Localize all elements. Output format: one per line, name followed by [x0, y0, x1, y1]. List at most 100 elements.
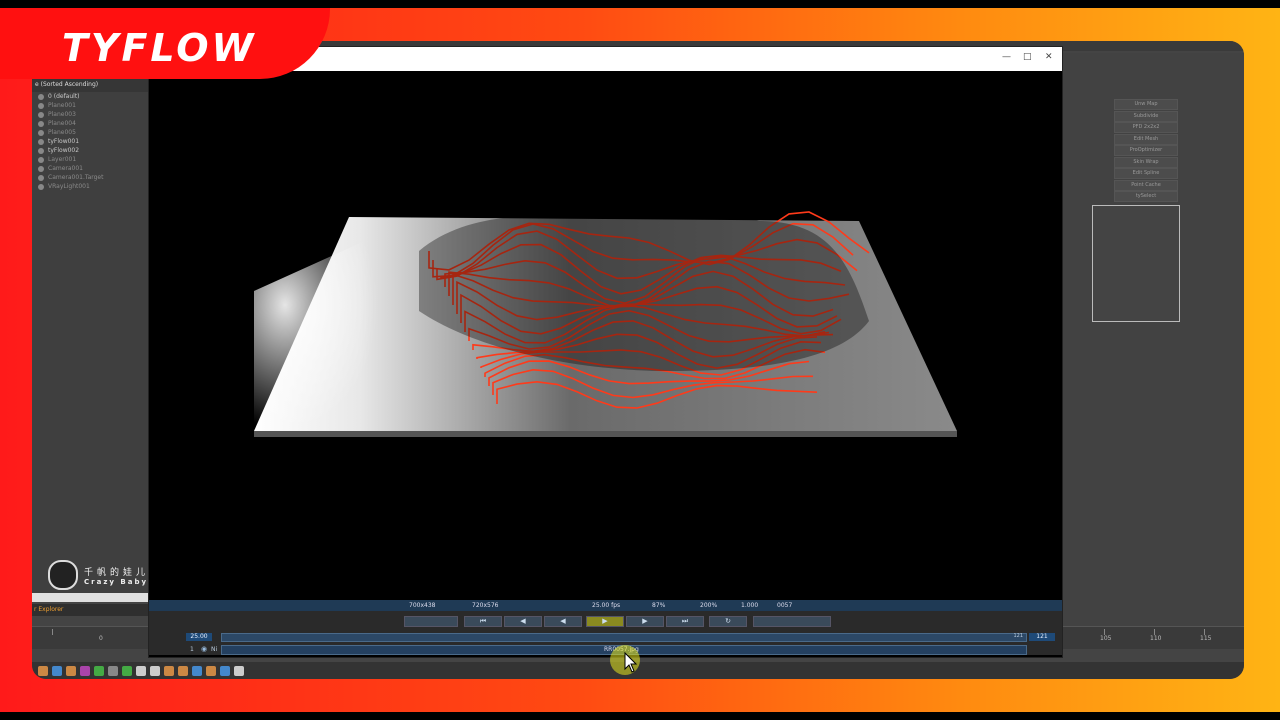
explorer-item-label: Layer001: [48, 156, 77, 163]
mouse-cursor-icon: [624, 651, 638, 673]
explorer-tree: 0 (default) Plane001 Plane003 Plane004 Plane…: [32, 92, 148, 191]
play-icon[interactable]: [136, 665, 146, 676]
object-icon: [38, 156, 44, 163]
explorer-header: e (Sorted Ascending): [32, 77, 148, 92]
explorer-item[interactable]: Layer001: [32, 155, 148, 164]
explorer-item-label: Camera001: [48, 165, 83, 172]
help-icon[interactable]: [234, 665, 244, 676]
tick-label: 110: [1150, 635, 1162, 642]
modifier-button[interactable]: tySelect: [1114, 191, 1178, 202]
object-icon: [38, 120, 44, 127]
explorer-item-label: Camera001.Target: [48, 174, 104, 181]
close-icon[interactable]: ✕: [1045, 52, 1053, 62]
tool-icon[interactable]: [206, 665, 216, 676]
step-back-button[interactable]: ◀: [504, 616, 542, 627]
cursor-highlight: [610, 645, 640, 675]
history-row: 1 ◉ Ni RR0057.jpg: [149, 643, 1062, 655]
object-icon: [38, 147, 44, 154]
vfb-status-bar: 700x438 720x576 25.00 fps 87% 200% 1.000…: [149, 600, 1062, 611]
tool-icon[interactable]: [122, 665, 132, 676]
object-icon: [38, 129, 44, 136]
explorer-item[interactable]: 0 (default): [32, 92, 148, 101]
tool-icon[interactable]: [164, 665, 174, 676]
frame-slider[interactable]: 121: [221, 633, 1027, 642]
last-frame-button[interactable]: ⏭: [666, 616, 704, 627]
modifier-button[interactable]: PFD 2x2x2: [1114, 122, 1178, 133]
modifier-button[interactable]: Skin Wrap: [1114, 156, 1178, 168]
explorer-item[interactable]: tyFlow001: [32, 137, 148, 146]
explorer-item[interactable]: tyFlow002: [32, 146, 148, 155]
speed-field[interactable]: 25.00: [186, 633, 212, 641]
status-zoom2: 200%: [700, 602, 718, 609]
pause-icon[interactable]: [150, 665, 160, 676]
status-image-size: 700x438: [409, 602, 436, 609]
tool-icon[interactable]: [80, 665, 90, 676]
object-icon: [38, 174, 44, 181]
eye-icon[interactable]: ◉: [201, 645, 207, 653]
tool-icon[interactable]: [66, 665, 76, 676]
object-icon: [38, 93, 44, 100]
view-options-buttons[interactable]: [753, 616, 831, 627]
tool-icon[interactable]: [94, 665, 104, 676]
play-button[interactable]: ▶: [586, 616, 624, 627]
watermark-avatar-icon: [48, 560, 78, 590]
object-icon: [38, 183, 44, 190]
playback-controls: ⏮ ◀ ◀ ▶ ▶ ⏭ ↻: [149, 611, 1062, 631]
render-image: [149, 71, 1062, 600]
brand-banner: TYFLOW: [0, 8, 330, 79]
explorer-item[interactable]: Camera001.Target: [32, 173, 148, 182]
modifier-button[interactable]: Subdivide: [1114, 110, 1178, 122]
minimize-icon[interactable]: —: [1002, 52, 1011, 62]
tool-icon[interactable]: [38, 665, 48, 676]
tool-icon[interactable]: [52, 665, 62, 676]
modifier-button[interactable]: Unw Map: [1114, 99, 1178, 110]
modifier-button[interactable]: Edit Spline: [1114, 168, 1178, 179]
explorer-item[interactable]: VRayLight001: [32, 182, 148, 191]
explorer-item[interactable]: Plane004: [32, 119, 148, 128]
explorer-item[interactable]: Camera001: [32, 164, 148, 173]
explorer-item-label: Plane005: [48, 129, 76, 136]
explorer-scrollbar[interactable]: [32, 593, 148, 602]
explorer-item[interactable]: Plane003: [32, 110, 148, 119]
tick-label: 115: [1200, 635, 1212, 642]
modifier-stack-box[interactable]: [1092, 205, 1180, 322]
explorer-item-label: tyFlow002: [48, 147, 80, 154]
modifier-button[interactable]: Point Cache: [1114, 179, 1178, 191]
explorer-item-label: tyFlow001: [48, 138, 80, 145]
scene-explorer: e (Sorted Ascending) 0 (default) Plane001…: [32, 77, 148, 597]
maximize-icon[interactable]: □: [1023, 52, 1032, 62]
render-terrain-graphic: [254, 200, 957, 437]
tick-label: 105: [1100, 635, 1112, 642]
loop-button[interactable]: ↻: [709, 616, 747, 627]
explorer-item[interactable]: Plane001: [32, 101, 148, 110]
object-icon: [38, 102, 44, 109]
explorer-footer[interactable]: r Explorer: [32, 604, 150, 616]
explorer-item-label: Plane001: [48, 102, 76, 109]
status-gamma: 1.000: [741, 602, 759, 609]
tool-icon[interactable]: [220, 665, 230, 676]
explorer-item[interactable]: Plane005: [32, 128, 148, 137]
history-label: Ni: [211, 646, 218, 653]
modifier-button[interactable]: ProOptimizer: [1114, 145, 1178, 156]
tick-label: 0: [99, 635, 103, 642]
slider-end-label: 121: [1013, 633, 1023, 639]
tool-icon[interactable]: [178, 665, 188, 676]
watermark-english: Crazy Baby: [84, 577, 149, 586]
status-fps: 25.00 fps: [592, 602, 621, 609]
frame-buffer-window: — □ ✕ 700x438 720x576 25.00 fps 87% 200%…: [148, 46, 1063, 658]
status-zoom1: 87%: [652, 602, 666, 609]
channel-buttons[interactable]: [404, 616, 458, 627]
modifier-button[interactable]: Edit Mesh: [1114, 133, 1178, 145]
first-frame-button[interactable]: ⏮: [464, 616, 502, 627]
play-reverse-button[interactable]: ◀: [544, 616, 582, 627]
watermark-chinese: 千帆的娃儿: [84, 567, 150, 578]
step-forward-button[interactable]: ▶: [626, 616, 664, 627]
explorer-item-label: 0 (default): [48, 93, 80, 100]
frame-slider-row: 25.00 121 121: [149, 631, 1062, 643]
explorer-item-label: Plane004: [48, 120, 76, 127]
history-index: 1: [190, 646, 194, 653]
end-frame-field[interactable]: 121: [1029, 633, 1055, 641]
explorer-item-label: Plane003: [48, 111, 76, 118]
tool-icon[interactable]: [108, 665, 118, 676]
tool-icon[interactable]: [192, 665, 202, 676]
